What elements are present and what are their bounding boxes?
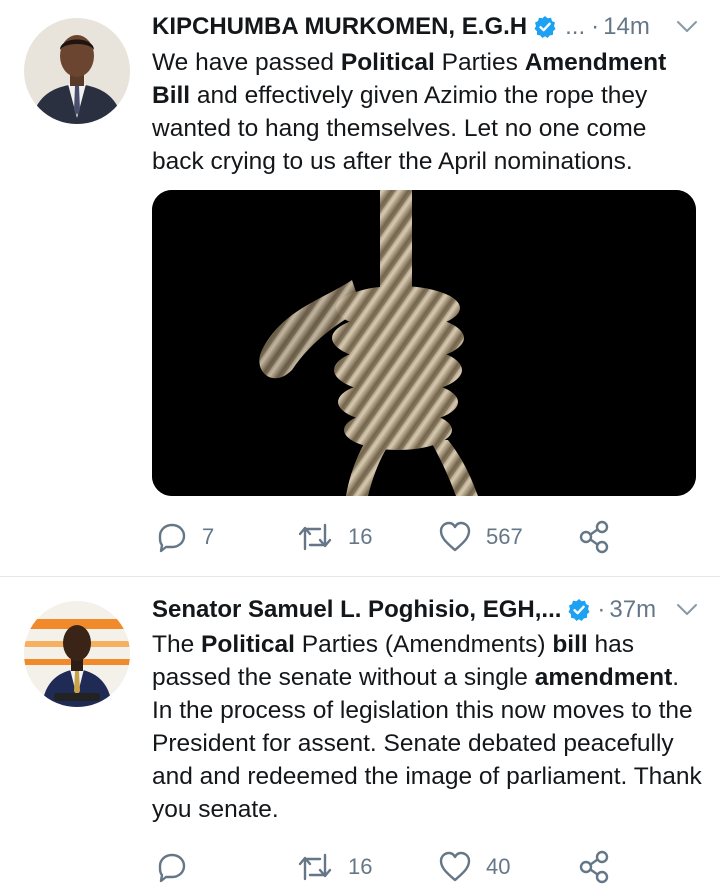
- verified-badge-icon: [534, 16, 556, 38]
- highlighted-keyword: bill: [552, 631, 588, 658]
- highlighted-keyword: Political: [340, 49, 435, 76]
- retweet-button[interactable]: 16: [296, 517, 372, 557]
- rope-noose-image: [152, 190, 696, 496]
- share-icon: [579, 850, 609, 884]
- chevron-down-icon[interactable]: [674, 597, 700, 623]
- text-segment: Parties: [434, 49, 525, 76]
- tweet-text: We have passed Political Parties Amendme…: [152, 46, 702, 178]
- heart-icon: [439, 521, 471, 552]
- avatar[interactable]: [24, 601, 130, 707]
- text-segment: Parties (Amendments): [294, 631, 553, 658]
- author-name[interactable]: KIPCHUMBA MURKOMEN, E.G.H: [152, 13, 527, 41]
- text-segment: The: [152, 631, 202, 658]
- share-button[interactable]: [578, 847, 612, 887]
- reply-button[interactable]: 7: [156, 517, 214, 557]
- tweet-media-image[interactable]: [152, 190, 696, 496]
- tweet-2[interactable]: Senator Samuel L. Poghisio, EGH,... · 37…: [0, 577, 720, 884]
- reply-button[interactable]: [156, 847, 188, 887]
- like-button[interactable]: 567: [438, 517, 523, 557]
- like-count: 40: [486, 854, 511, 879]
- tweet-header: KIPCHUMBA MURKOMEN, E.G.H ... · 14m: [152, 10, 700, 44]
- separator-dot: ·: [591, 13, 600, 40]
- heart-icon: [439, 851, 471, 882]
- tweet-header: Senator Samuel L. Poghisio, EGH,... · 37…: [152, 593, 700, 627]
- retweet-count: 16: [348, 854, 373, 879]
- tweet-actions: 7 16 567: [152, 517, 632, 557]
- reply-icon: [158, 523, 186, 553]
- tweet-1[interactable]: KIPCHUMBA MURKOMEN, E.G.H ... · 14m We h…: [0, 0, 720, 576]
- share-button[interactable]: [578, 517, 612, 557]
- author-name[interactable]: Senator Samuel L. Poghisio, EGH,...: [152, 596, 561, 624]
- avatar[interactable]: [24, 18, 130, 124]
- verified-badge-icon: [568, 599, 590, 621]
- separator-dot: ·: [597, 596, 606, 623]
- retweet-count: 16: [348, 524, 373, 549]
- tweet-timestamp[interactable]: 14m: [603, 13, 650, 41]
- text-segment: We have passed: [152, 49, 341, 76]
- share-icon: [579, 520, 609, 554]
- reply-count: 7: [202, 524, 215, 549]
- retweet-icon: [298, 853, 332, 881]
- highlighted-keyword: amendment: [534, 664, 673, 691]
- text-segment: and effectively given Azimio the rope th…: [152, 82, 648, 175]
- like-button[interactable]: 40: [438, 847, 510, 887]
- author-handle: ...: [565, 13, 586, 40]
- tweet-text: The Political Parties (Amendments) bill …: [152, 628, 702, 826]
- tweet-actions: 16 40: [152, 847, 632, 887]
- highlighted-keyword: Political: [201, 631, 295, 658]
- retweet-button[interactable]: 16: [296, 847, 372, 887]
- tweet-timestamp[interactable]: 37m: [609, 596, 656, 624]
- like-count: 567: [486, 524, 523, 549]
- chevron-down-icon[interactable]: [674, 14, 700, 40]
- retweet-icon: [298, 523, 332, 551]
- reply-icon: [158, 853, 186, 883]
